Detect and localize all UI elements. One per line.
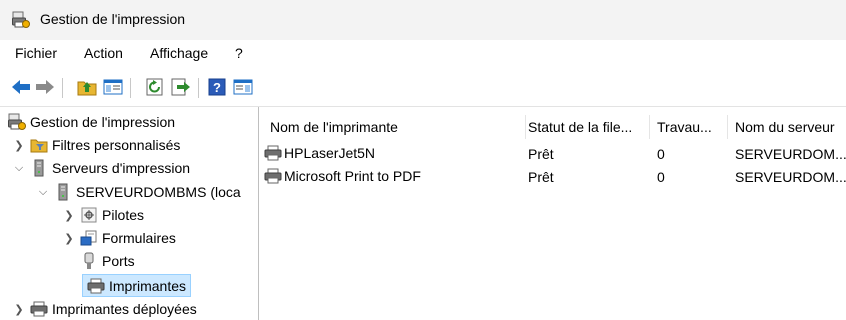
tree-label-deployed-printers: Imprimantes déployées	[52, 301, 197, 317]
filter-folder-icon	[30, 136, 48, 154]
column-header-queue-status[interactable]: Statut de la file...	[528, 115, 650, 139]
chevron-right-icon[interactable]: ❯	[62, 208, 76, 222]
forward-arrow-icon[interactable]	[34, 76, 56, 98]
tree-label-ports: Ports	[102, 253, 135, 269]
chevron-right-icon[interactable]: ❯	[12, 302, 26, 316]
toolbar-separator	[130, 78, 131, 98]
table-row[interactable]: HPLaserJet5N Prêt 0 SERVEURDOM...	[259, 145, 846, 167]
show-action-pane-icon[interactable]	[232, 76, 254, 98]
toolbar-separator	[198, 78, 199, 98]
jobs-count: 0	[657, 169, 665, 185]
printer-icon	[87, 277, 105, 295]
server-icon	[30, 159, 48, 177]
printer-name: Microsoft Print to PDF	[284, 168, 421, 184]
table-row[interactable]: Microsoft Print to PDF Prêt 0 SERVEURDOM…	[259, 168, 846, 190]
column-header-server-name[interactable]: Nom du serveur	[735, 115, 846, 139]
column-header-printer-name[interactable]: Nom de l'imprimante	[270, 115, 526, 139]
print-management-icon	[8, 113, 26, 131]
tree-item-print-servers[interactable]: ⌵ Serveurs d'impression	[12, 157, 190, 179]
tree-item-server[interactable]: ⌵ SERVEURDOMBMS (loca	[36, 181, 241, 203]
jobs-count: 0	[657, 146, 665, 162]
console-tree: Gestion de l'impression ❯ Filtres person…	[0, 107, 259, 320]
title-bar: Gestion de l'impression	[0, 0, 846, 40]
back-arrow-icon[interactable]	[10, 76, 32, 98]
printer-name: HPLaserJet5N	[284, 145, 376, 161]
toolbar: ?	[0, 68, 846, 107]
forms-icon	[80, 229, 98, 247]
refresh-icon[interactable]	[144, 76, 166, 98]
menu-bar: Fichier Action Affichage ?	[0, 40, 846, 68]
tree-item-forms[interactable]: ❯ Formulaires	[62, 227, 176, 249]
tree-item-deployed-printers[interactable]: ❯ Imprimantes déployées	[12, 298, 197, 320]
svg-text:?: ?	[213, 80, 221, 95]
menu-affichage[interactable]: Affichage	[149, 45, 209, 61]
printer-icon	[264, 145, 284, 161]
printer-name-cell: Microsoft Print to PDF	[264, 168, 421, 184]
chevron-down-icon[interactable]: ⌵	[36, 185, 50, 199]
printer-name-cell: HPLaserJet5N	[264, 145, 375, 161]
printer-icon	[30, 300, 48, 318]
tree-item-root[interactable]: Gestion de l'impression	[8, 111, 175, 133]
help-icon[interactable]: ?	[206, 76, 228, 98]
print-management-icon	[12, 11, 30, 29]
tree-item-ports[interactable]: Ports	[76, 250, 135, 272]
tree-item-custom-filters[interactable]: ❯ Filtres personnalisés	[12, 134, 180, 156]
tree-label-forms: Formulaires	[102, 230, 176, 246]
up-folder-icon[interactable]	[76, 76, 98, 98]
printer-list: Nom de l'imprimante Statut de la file...…	[259, 107, 846, 320]
queue-status: Prêt	[528, 146, 554, 162]
server-name: SERVEURDOM...	[735, 169, 846, 185]
show-hide-console-tree-icon[interactable]	[102, 76, 124, 98]
tree-label-root: Gestion de l'impression	[30, 114, 176, 130]
menu-fichier[interactable]: Fichier	[14, 45, 58, 61]
chevron-right-icon[interactable]: ❯	[62, 231, 76, 245]
server-name: SERVEURDOM...	[735, 146, 846, 162]
menu-help[interactable]: ?	[234, 45, 244, 61]
chevron-right-icon[interactable]: ❯	[12, 138, 26, 152]
tree-label-drivers: Pilotes	[102, 207, 145, 223]
server-icon	[54, 183, 72, 201]
column-header-jobs[interactable]: Travau...	[657, 115, 728, 139]
export-list-icon[interactable]	[170, 76, 192, 98]
tree-item-printers[interactable]: Imprimantes	[82, 274, 192, 297]
window-title: Gestion de l'impression	[40, 11, 186, 27]
tree-label-server: SERVEURDOMBMS (loca	[76, 184, 241, 200]
tree-item-drivers[interactable]: ❯ Pilotes	[62, 204, 144, 226]
toolbar-separator	[62, 78, 63, 98]
tree-label-custom-filters: Filtres personnalisés	[52, 137, 181, 153]
chevron-down-icon[interactable]: ⌵	[12, 161, 26, 175]
ports-icon	[80, 252, 98, 270]
tree-label-printers: Imprimantes	[109, 277, 187, 294]
drivers-icon	[80, 206, 98, 224]
printer-icon	[264, 168, 284, 184]
queue-status: Prêt	[528, 169, 554, 185]
tree-label-print-servers: Serveurs d'impression	[52, 160, 191, 176]
menu-action[interactable]: Action	[83, 45, 124, 61]
